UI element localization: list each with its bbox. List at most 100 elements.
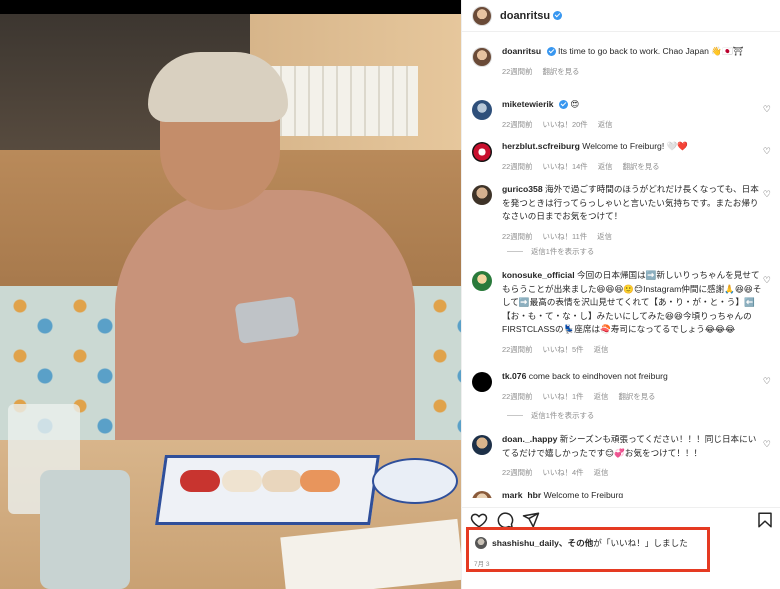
comment-meta: 22週間前 いいね！5件 返信: [502, 343, 762, 357]
post-date: 7月 3: [474, 561, 490, 568]
verified-badge-icon: [558, 100, 568, 110]
commenter-avatar[interactable]: [472, 372, 492, 392]
reply-button[interactable]: 返信: [597, 232, 612, 241]
photo-noren-curtain: [268, 66, 418, 136]
replies-line: [507, 251, 523, 252]
likes-others[interactable]: 、その他: [559, 538, 593, 548]
comment-username[interactable]: doan._.happy: [502, 434, 557, 444]
commenter-avatar[interactable]: [472, 491, 492, 498]
comment-text: come back to eindhoven not freiburg: [528, 371, 668, 381]
reply-button[interactable]: 返信: [594, 345, 609, 354]
replies-line: [507, 415, 523, 416]
comment-time[interactable]: 22週間前: [502, 120, 532, 129]
reply-button[interactable]: 返信: [594, 392, 609, 401]
commenter-avatar[interactable]: [472, 142, 492, 162]
likes-summary-text[interactable]: shashishu_daily、その他が「いいね！」しました: [492, 537, 688, 549]
comment-like-heart-icon[interactable]: ♡: [763, 439, 771, 450]
comment-like-heart-icon[interactable]: ♡: [763, 275, 771, 286]
comment-meta: 22週間前 いいね！1件 返信 翻訳を見る: [502, 390, 762, 404]
post-photo[interactable]: [0, 0, 461, 589]
comment-username[interactable]: miketewierik: [502, 99, 554, 109]
comment-text: Welcome to Freiburg: [543, 490, 624, 498]
comment-likes[interactable]: いいね！11件: [542, 232, 587, 241]
photo-smartphone: [234, 296, 300, 344]
comment-time[interactable]: 22週間前: [502, 67, 532, 76]
comment-item: gurico358 海外で過ごす時間のほうがどれだけ長くなっても、日本を発つとき…: [472, 183, 777, 243]
comment-like-heart-icon[interactable]: ♡: [763, 104, 771, 115]
view-replies-toggle[interactable]: 返信1件を表示する: [507, 246, 594, 257]
verified-badge-icon: [546, 47, 556, 57]
commenter-avatar[interactable]: [472, 435, 492, 455]
likes-summary-highlight: shashishu_daily、その他が「いいね！」しました 7月 3: [466, 527, 710, 572]
photo-sushi-white2: [262, 470, 302, 492]
comment-meta: 22週間前 翻訳を見る: [502, 65, 762, 79]
comment-like-heart-icon[interactable]: ♡: [763, 146, 771, 157]
comment-username[interactable]: gurico358: [502, 184, 543, 194]
comment-item: herzblut.scfreiburg Welcome to Freiburg!…: [472, 140, 777, 173]
liker-avatar[interactable]: [475, 537, 487, 549]
reply-button[interactable]: 返信: [598, 120, 613, 129]
comment-item: tk.076 come back to eindhoven not freibu…: [472, 370, 777, 403]
commenter-avatar[interactable]: [472, 185, 492, 205]
commenter-avatar[interactable]: [472, 271, 492, 291]
reply-button[interactable]: 返信: [594, 468, 609, 477]
comment-username[interactable]: mark_hbr: [502, 490, 541, 498]
comment-text: Welcome to Freiburg! 🤍❤️: [582, 141, 689, 151]
comment-time[interactable]: 22週間前: [502, 232, 532, 241]
caption-comment: doanritsu Its time to go back to work. C…: [472, 45, 777, 78]
photo-person-hair: [148, 52, 288, 122]
comment-item: konosuke_official 今回の日本帰国は➡️新しいりっちゃんを見せて…: [472, 269, 777, 356]
translate-link[interactable]: 翻訳を見る: [618, 392, 655, 401]
view-replies-label[interactable]: 返信1件を表示する: [531, 246, 594, 257]
comment-username[interactable]: tk.076: [502, 371, 526, 381]
comment-meta: 22週間前 いいね！11件 返信: [502, 230, 762, 244]
comment-item: miketewierik 😍 22週間前 いいね！20件 返信 ♡: [472, 98, 777, 131]
comment-likes[interactable]: いいね！5件: [542, 345, 583, 354]
likes-suffix: が「いいね！」しました: [593, 538, 688, 548]
comment-time[interactable]: 22週間前: [502, 162, 532, 171]
bookmark-icon[interactable]: [756, 511, 774, 529]
comment-text: 😍: [570, 99, 580, 109]
comment-item: mark_hbr Welcome to Freiburg: [472, 489, 777, 498]
caption-body: doanritsu Its time to go back to work. C…: [502, 45, 762, 78]
post-side-panel: doanritsu doanritsu Its time to go back …: [461, 0, 780, 589]
comment-likes[interactable]: いいね！20件: [542, 120, 587, 129]
comment-meta: 22週間前 いいね！4件 返信: [502, 466, 762, 480]
translate-link[interactable]: 翻訳を見る: [542, 67, 579, 76]
comment-username[interactable]: konosuke_official: [502, 270, 575, 280]
comment-time[interactable]: 22週間前: [502, 392, 532, 401]
comment-text: Its time to go back to work. Chao Japan …: [557, 46, 744, 56]
photo-sushi-white: [222, 470, 262, 492]
author-avatar[interactable]: [472, 47, 492, 67]
comments-list[interactable]: doanritsu Its time to go back to work. C…: [462, 33, 780, 498]
comment-likes[interactable]: いいね！14件: [542, 162, 587, 171]
comment-likes[interactable]: いいね！1件: [542, 392, 583, 401]
author-avatar[interactable]: [472, 5, 492, 26]
commenter-avatar[interactable]: [472, 100, 492, 120]
photo-tea-cup: [40, 470, 130, 589]
view-replies-toggle[interactable]: 返信1件を表示する: [507, 410, 594, 421]
translate-link[interactable]: 翻訳を見る: [623, 162, 660, 171]
comment-time[interactable]: 22週間前: [502, 468, 532, 477]
comment-body: herzblut.scfreiburg Welcome to Freiburg!…: [502, 140, 762, 173]
photo-soy-dish: [372, 458, 458, 504]
author-username[interactable]: doanritsu: [500, 10, 550, 22]
comment-item: doan._.happy 新シーズンも頑張ってください！！！同じ日本にいてるだけ…: [472, 433, 777, 480]
comment-body: konosuke_official 今回の日本帰国は➡️新しいりっちゃんを見せて…: [502, 269, 762, 356]
comment-body: miketewierik 😍 22週間前 いいね！20件 返信: [502, 98, 762, 131]
reply-button[interactable]: 返信: [598, 162, 613, 171]
comment-meta: 22週間前 いいね！14件 返信 翻訳を見る: [502, 160, 762, 174]
comment-body: doan._.happy 新シーズンも頑張ってください！！！同じ日本にいてるだけ…: [502, 433, 762, 480]
comment-time[interactable]: 22週間前: [502, 345, 532, 354]
view-replies-label[interactable]: 返信1件を表示する: [531, 410, 594, 421]
photo-sushi-tuna: [180, 470, 220, 492]
liker-username[interactable]: shashishu_daily: [492, 538, 559, 548]
comment-like-heart-icon[interactable]: ♡: [763, 376, 771, 387]
comment-username[interactable]: doanritsu: [502, 46, 541, 56]
comment-likes[interactable]: いいね！4件: [542, 468, 583, 477]
photo-top-bar: [0, 0, 461, 14]
comment-like-heart-icon[interactable]: ♡: [763, 189, 771, 200]
post-header: doanritsu: [462, 0, 780, 32]
comment-username[interactable]: herzblut.scfreiburg: [502, 141, 580, 151]
verified-badge-icon: [553, 11, 563, 20]
